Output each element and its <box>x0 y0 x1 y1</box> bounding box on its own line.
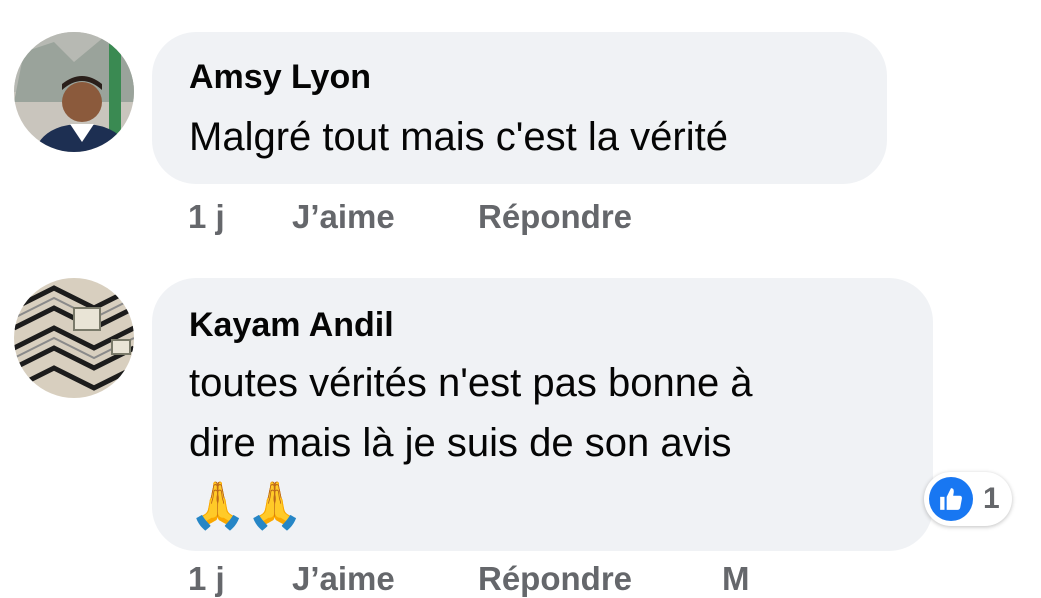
like-reaction-icon <box>929 477 973 521</box>
more-button[interactable]: M <box>722 560 750 598</box>
like-button[interactable]: J’aime <box>292 560 395 598</box>
comment-timestamp[interactable]: 1 j <box>188 560 225 598</box>
comment-text-line-2: dire mais là je suis de son avis <box>189 421 732 465</box>
folded-hands-emoji: 🙏🙏 <box>189 479 304 531</box>
thumbs-up-icon <box>940 488 962 510</box>
reaction-badge[interactable]: 1 <box>924 472 1012 526</box>
comment-text-line-1: toutes vérités n'est pas bonne à <box>189 361 753 405</box>
avatar-fabric-icon <box>14 278 134 398</box>
avatar[interactable] <box>14 278 134 398</box>
reply-button[interactable]: Répondre <box>478 560 632 598</box>
comment-bubble[interactable]: Kayam Andil toutes vérités n'est pas bon… <box>152 278 933 551</box>
reaction-count: 1 <box>983 482 1000 515</box>
comment-author[interactable]: Kayam Andil <box>189 306 394 345</box>
comment-kayam-andil: Kayam Andil toutes vérités n'est pas bon… <box>0 0 1041 597</box>
